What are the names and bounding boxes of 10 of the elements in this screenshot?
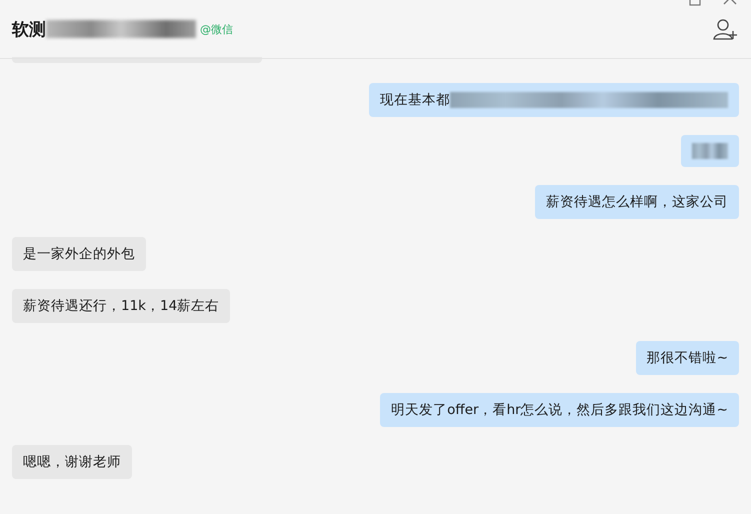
message-bubble: 是一家外企的外包 <box>12 237 146 271</box>
message-bubble: 那很不错啦~ <box>636 341 739 375</box>
message-bubble: 明天发了offer，看hr怎么说，然后多跟我们这边沟通~ <box>380 393 739 427</box>
message-bubble: 薪资待遇还行，11k，14薪左右 <box>12 289 230 323</box>
message-bubble: 嗯嗯，谢谢老师 <box>12 445 132 479</box>
message-bubble: 薪资待遇怎么样啊，这家公司 <box>535 185 739 219</box>
source-tag: @微信 <box>200 22 233 36</box>
chat-title: 软测 <box>12 18 46 40</box>
message-bubble: 现在基本都 <box>369 83 739 117</box>
add-member-icon[interactable] <box>713 18 739 40</box>
